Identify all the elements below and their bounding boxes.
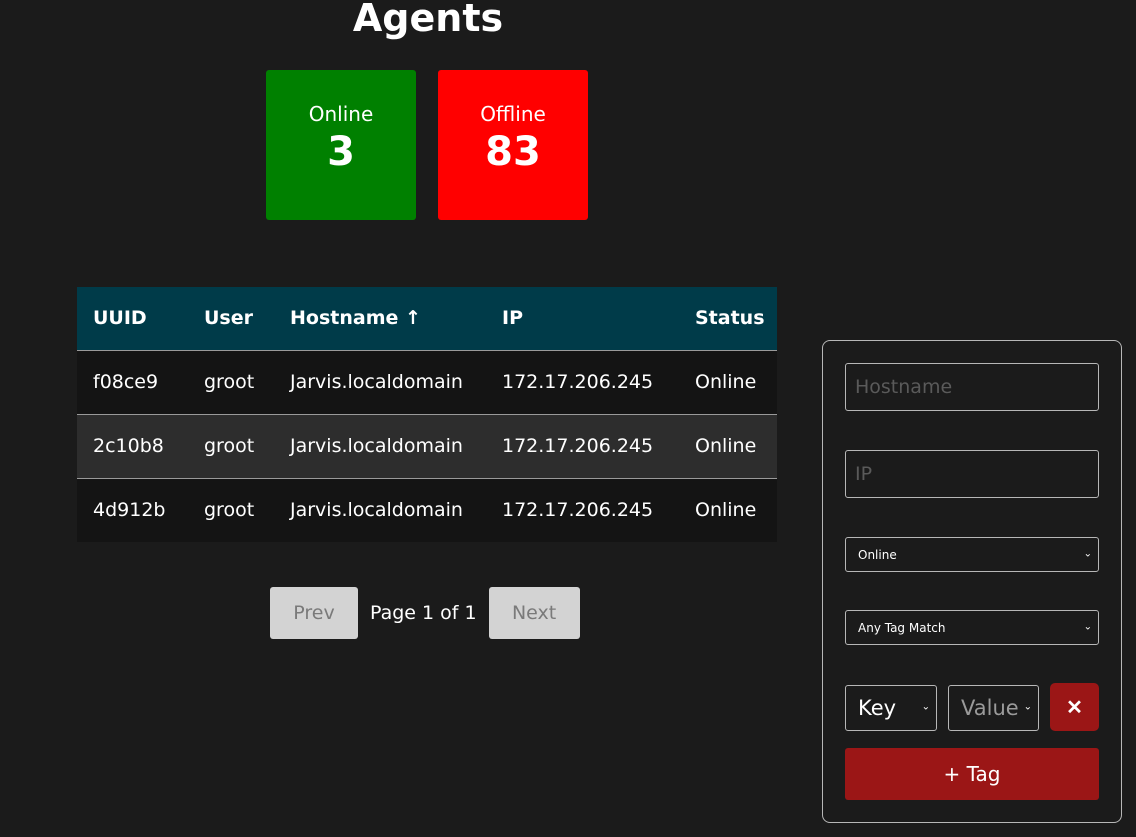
ip-filter-input[interactable] — [845, 450, 1099, 498]
table-row[interactable]: f08ce9 groot Jarvis.localdomain 172.17.2… — [77, 350, 777, 415]
column-header-status[interactable]: Status — [679, 287, 777, 351]
tag-key-value: Key — [858, 696, 897, 720]
close-icon: ✕ — [1066, 696, 1083, 719]
cell-ip: 172.17.206.245 — [486, 350, 679, 415]
agents-table: UUID User Hostname ↑ IP Status f08ce9 gr… — [77, 287, 777, 542]
online-count: 3 — [327, 129, 355, 175]
tag-key-select[interactable]: Key ⌄ — [845, 685, 937, 731]
online-count-card: Online 3 — [266, 70, 416, 220]
cell-uuid: 2c10b8 — [77, 414, 188, 479]
cell-hostname: Jarvis.localdomain — [290, 499, 463, 522]
add-tag-button[interactable]: + Tag — [845, 748, 1099, 800]
cell-hostname: Jarvis.localdomain — [274, 350, 486, 415]
tag-value-select[interactable]: Value ⌄ — [948, 685, 1039, 731]
pagination: Prev Page 1 of 1 Next — [270, 587, 580, 639]
hostname-filter-input[interactable] — [845, 363, 1099, 411]
status-filter-value: Online — [858, 547, 897, 562]
chevron-down-icon: ⌄ — [1083, 548, 1092, 559]
column-header-hostname[interactable]: Hostname ↑ — [274, 287, 486, 351]
table-row[interactable]: 2c10b8 groot Jarvis.localdomain 172.17.2… — [77, 414, 777, 479]
cell-ip: 172.17.206.245 — [486, 414, 679, 479]
cell-user: groot — [188, 414, 274, 479]
status-filter-select[interactable]: Online ⌄ — [845, 537, 1099, 572]
cell-ip: 172.17.206.245 — [502, 499, 654, 522]
online-label: Online — [308, 102, 374, 126]
cell-user: groot — [204, 499, 255, 522]
column-header-ip[interactable]: IP — [486, 287, 679, 351]
chevron-down-icon: ⌄ — [921, 701, 930, 713]
page-title: Agents — [352, 0, 504, 40]
cell-uuid: f08ce9 — [77, 350, 188, 415]
tag-match-select[interactable]: Any Tag Match ⌄ — [845, 610, 1099, 645]
cell-status: Online — [679, 350, 777, 415]
remove-tag-button[interactable]: ✕ — [1050, 683, 1099, 731]
cell-hostname: Jarvis.localdomain — [274, 414, 486, 479]
cell-user: groot — [188, 350, 274, 415]
offline-count-card: Offline 83 — [438, 70, 588, 220]
offline-count: 83 — [485, 129, 541, 175]
column-header-user[interactable]: User — [188, 287, 274, 351]
cell-status: Online — [679, 414, 777, 479]
chevron-down-icon: ⌄ — [1023, 701, 1032, 713]
cell-status: Online — [695, 499, 757, 522]
prev-page-button[interactable]: Prev — [270, 587, 358, 639]
page-indicator: Page 1 of 1 — [370, 602, 477, 624]
offline-label: Offline — [480, 102, 546, 126]
cell-uuid: 4d912b — [93, 499, 166, 522]
tag-value-value: Value — [961, 696, 1019, 720]
filter-panel: Online ⌄ Any Tag Match ⌄ Key ⌄ Value ⌄ ✕… — [822, 340, 1122, 823]
tag-match-value: Any Tag Match — [858, 620, 946, 635]
table-header-row: UUID User Hostname ↑ IP Status — [77, 287, 777, 351]
next-page-button[interactable]: Next — [488, 587, 580, 639]
chevron-down-icon: ⌄ — [1083, 621, 1092, 632]
table-row[interactable]: 4d912b groot Jarvis.localdomain 172.17.2… — [77, 478, 777, 542]
column-header-uuid[interactable]: UUID — [77, 287, 188, 351]
